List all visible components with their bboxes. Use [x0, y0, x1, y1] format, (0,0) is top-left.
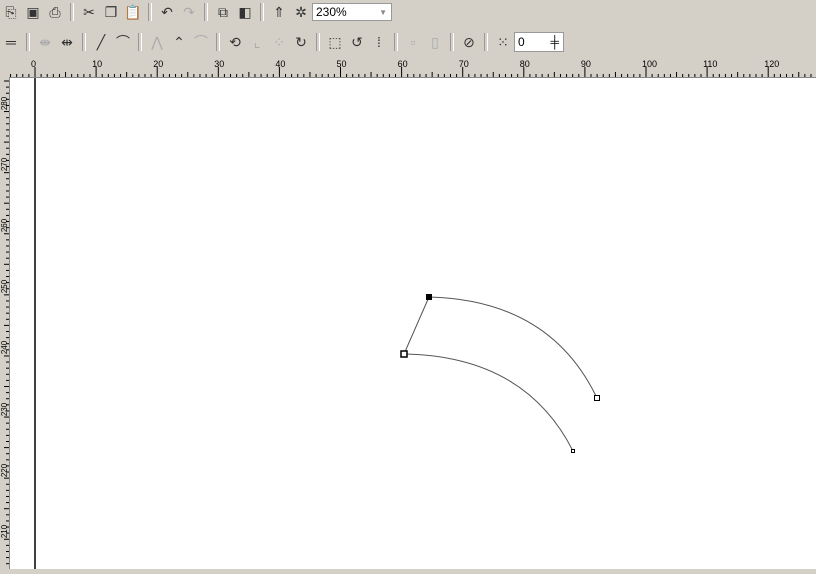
extend-icon[interactable]: ⌞: [247, 32, 267, 52]
ruler-label: 50: [336, 59, 347, 69]
ruler-label: 100: [642, 59, 658, 69]
divider: [26, 33, 30, 51]
divider: [260, 3, 264, 21]
delete-node-icon[interactable]: ⇹: [57, 32, 77, 52]
divider: [450, 33, 454, 51]
zoom-combo[interactable]: 230% ▼: [312, 3, 392, 21]
divider: [484, 33, 488, 51]
open-icon[interactable]: ⎘: [1, 2, 21, 22]
divider: [316, 33, 320, 51]
spinner-icon[interactable]: ╪: [550, 35, 563, 49]
drawing-canvas[interactable]: [10, 78, 816, 569]
connecting-line[interactable]: [403, 296, 430, 355]
cut-icon[interactable]: ✂: [79, 2, 99, 22]
ruler-label: 270: [0, 157, 10, 172]
node[interactable]: [400, 350, 408, 358]
ruler-label: 90: [580, 59, 591, 69]
divider: [70, 3, 74, 21]
ruler-label: 70: [458, 59, 469, 69]
print-icon[interactable]: ⎙: [45, 2, 65, 22]
symmetrical-icon[interactable]: ⌒: [191, 32, 211, 52]
ruler-label: 230: [0, 402, 10, 416]
divider: [148, 3, 152, 21]
divider: [216, 33, 220, 51]
ruler-label: 40: [275, 59, 286, 69]
lower-curve[interactable]: [403, 353, 574, 452]
zoom-value: 230%: [316, 5, 347, 19]
curve-smoothness-spinner[interactable]: 0 ╪: [514, 32, 564, 52]
drawing: [34, 78, 600, 569]
to-line-icon[interactable]: ╱: [91, 32, 111, 52]
export-icon[interactable]: ◧: [235, 2, 255, 22]
ruler-label: 110: [703, 59, 718, 69]
ruler-label: 210: [0, 524, 10, 538]
curve-smoothness-value: 0: [518, 35, 525, 49]
reflect-icon[interactable]: ▫: [403, 32, 423, 52]
ruler-label: 260: [0, 219, 10, 233]
ruler-label: 280: [0, 96, 10, 111]
divider: [394, 33, 398, 51]
divider: [138, 33, 142, 51]
cusp-icon[interactable]: ⋀: [147, 32, 167, 52]
property-bar: ═ ⇼ ⇹ ╱ ⌒ ⋀ ⌃ ⌒ ⟲ ⌞ ⁘ ↻ ⬚ ↺ ⁞ ▫ ▯ ⊘ ⁙ 0 ╪: [0, 30, 816, 54]
node-icon[interactable]: ═: [1, 32, 21, 52]
ruler-label: 220: [0, 463, 10, 477]
standard-toolbar: ⎘ ▣ ⎙ ✂ ❐ 📋 ↶ ↷ ⧉ ◧ ⇑ ✲ 230% ▼: [0, 0, 816, 24]
elastic-icon[interactable]: ⊘: [459, 32, 479, 52]
divider: [204, 3, 208, 21]
add-node-icon[interactable]: ⇼: [35, 32, 55, 52]
save-icon[interactable]: ▣: [23, 2, 43, 22]
select-all-nodes-icon[interactable]: ⁙: [493, 32, 513, 52]
paste-icon[interactable]: 📋: [123, 2, 143, 22]
align-icon[interactable]: ⁞: [369, 32, 389, 52]
horizontal-ruler[interactable]: 0 10 20 30 40 50 60 70 80 90 100 110 120: [0, 58, 816, 78]
reverse-icon[interactable]: ⟲: [225, 32, 245, 52]
ruler-label: 60: [397, 59, 408, 69]
vertical-ruler[interactable]: 280 270 260 250 240 230 220 210: [0, 77, 10, 569]
stretch-icon[interactable]: ⬚: [325, 32, 345, 52]
rotate-icon[interactable]: ↺: [347, 32, 367, 52]
node[interactable]: [571, 449, 575, 453]
extract-icon[interactable]: ⁘: [269, 32, 289, 52]
node[interactable]: [594, 395, 600, 401]
ruler-label: 20: [153, 59, 164, 69]
selected-node[interactable]: [426, 294, 432, 300]
ruler-label: 250: [0, 280, 10, 294]
ruler-label: 240: [0, 341, 10, 355]
welcome-icon[interactable]: ✲: [291, 2, 311, 22]
to-curve-icon[interactable]: ⌒: [113, 32, 133, 52]
ruler-label: 30: [214, 59, 225, 69]
ruler-label: 0: [31, 59, 37, 69]
reflect-vertical-icon[interactable]: ▯: [425, 32, 445, 52]
smooth-icon[interactable]: ⌃: [169, 32, 189, 52]
ruler-label: 120: [764, 59, 780, 69]
chevron-down-icon[interactable]: ▼: [379, 8, 391, 17]
auto-close-icon[interactable]: ↻: [291, 32, 311, 52]
ruler-label: 10: [92, 59, 103, 69]
redo-icon[interactable]: ↷: [179, 2, 199, 22]
divider: [82, 33, 86, 51]
import-icon[interactable]: ⧉: [213, 2, 233, 22]
ruler-label: 80: [519, 59, 530, 69]
undo-icon[interactable]: ↶: [157, 2, 177, 22]
launcher-icon[interactable]: ⇑: [269, 2, 289, 22]
copy-icon[interactable]: ❐: [101, 2, 121, 22]
